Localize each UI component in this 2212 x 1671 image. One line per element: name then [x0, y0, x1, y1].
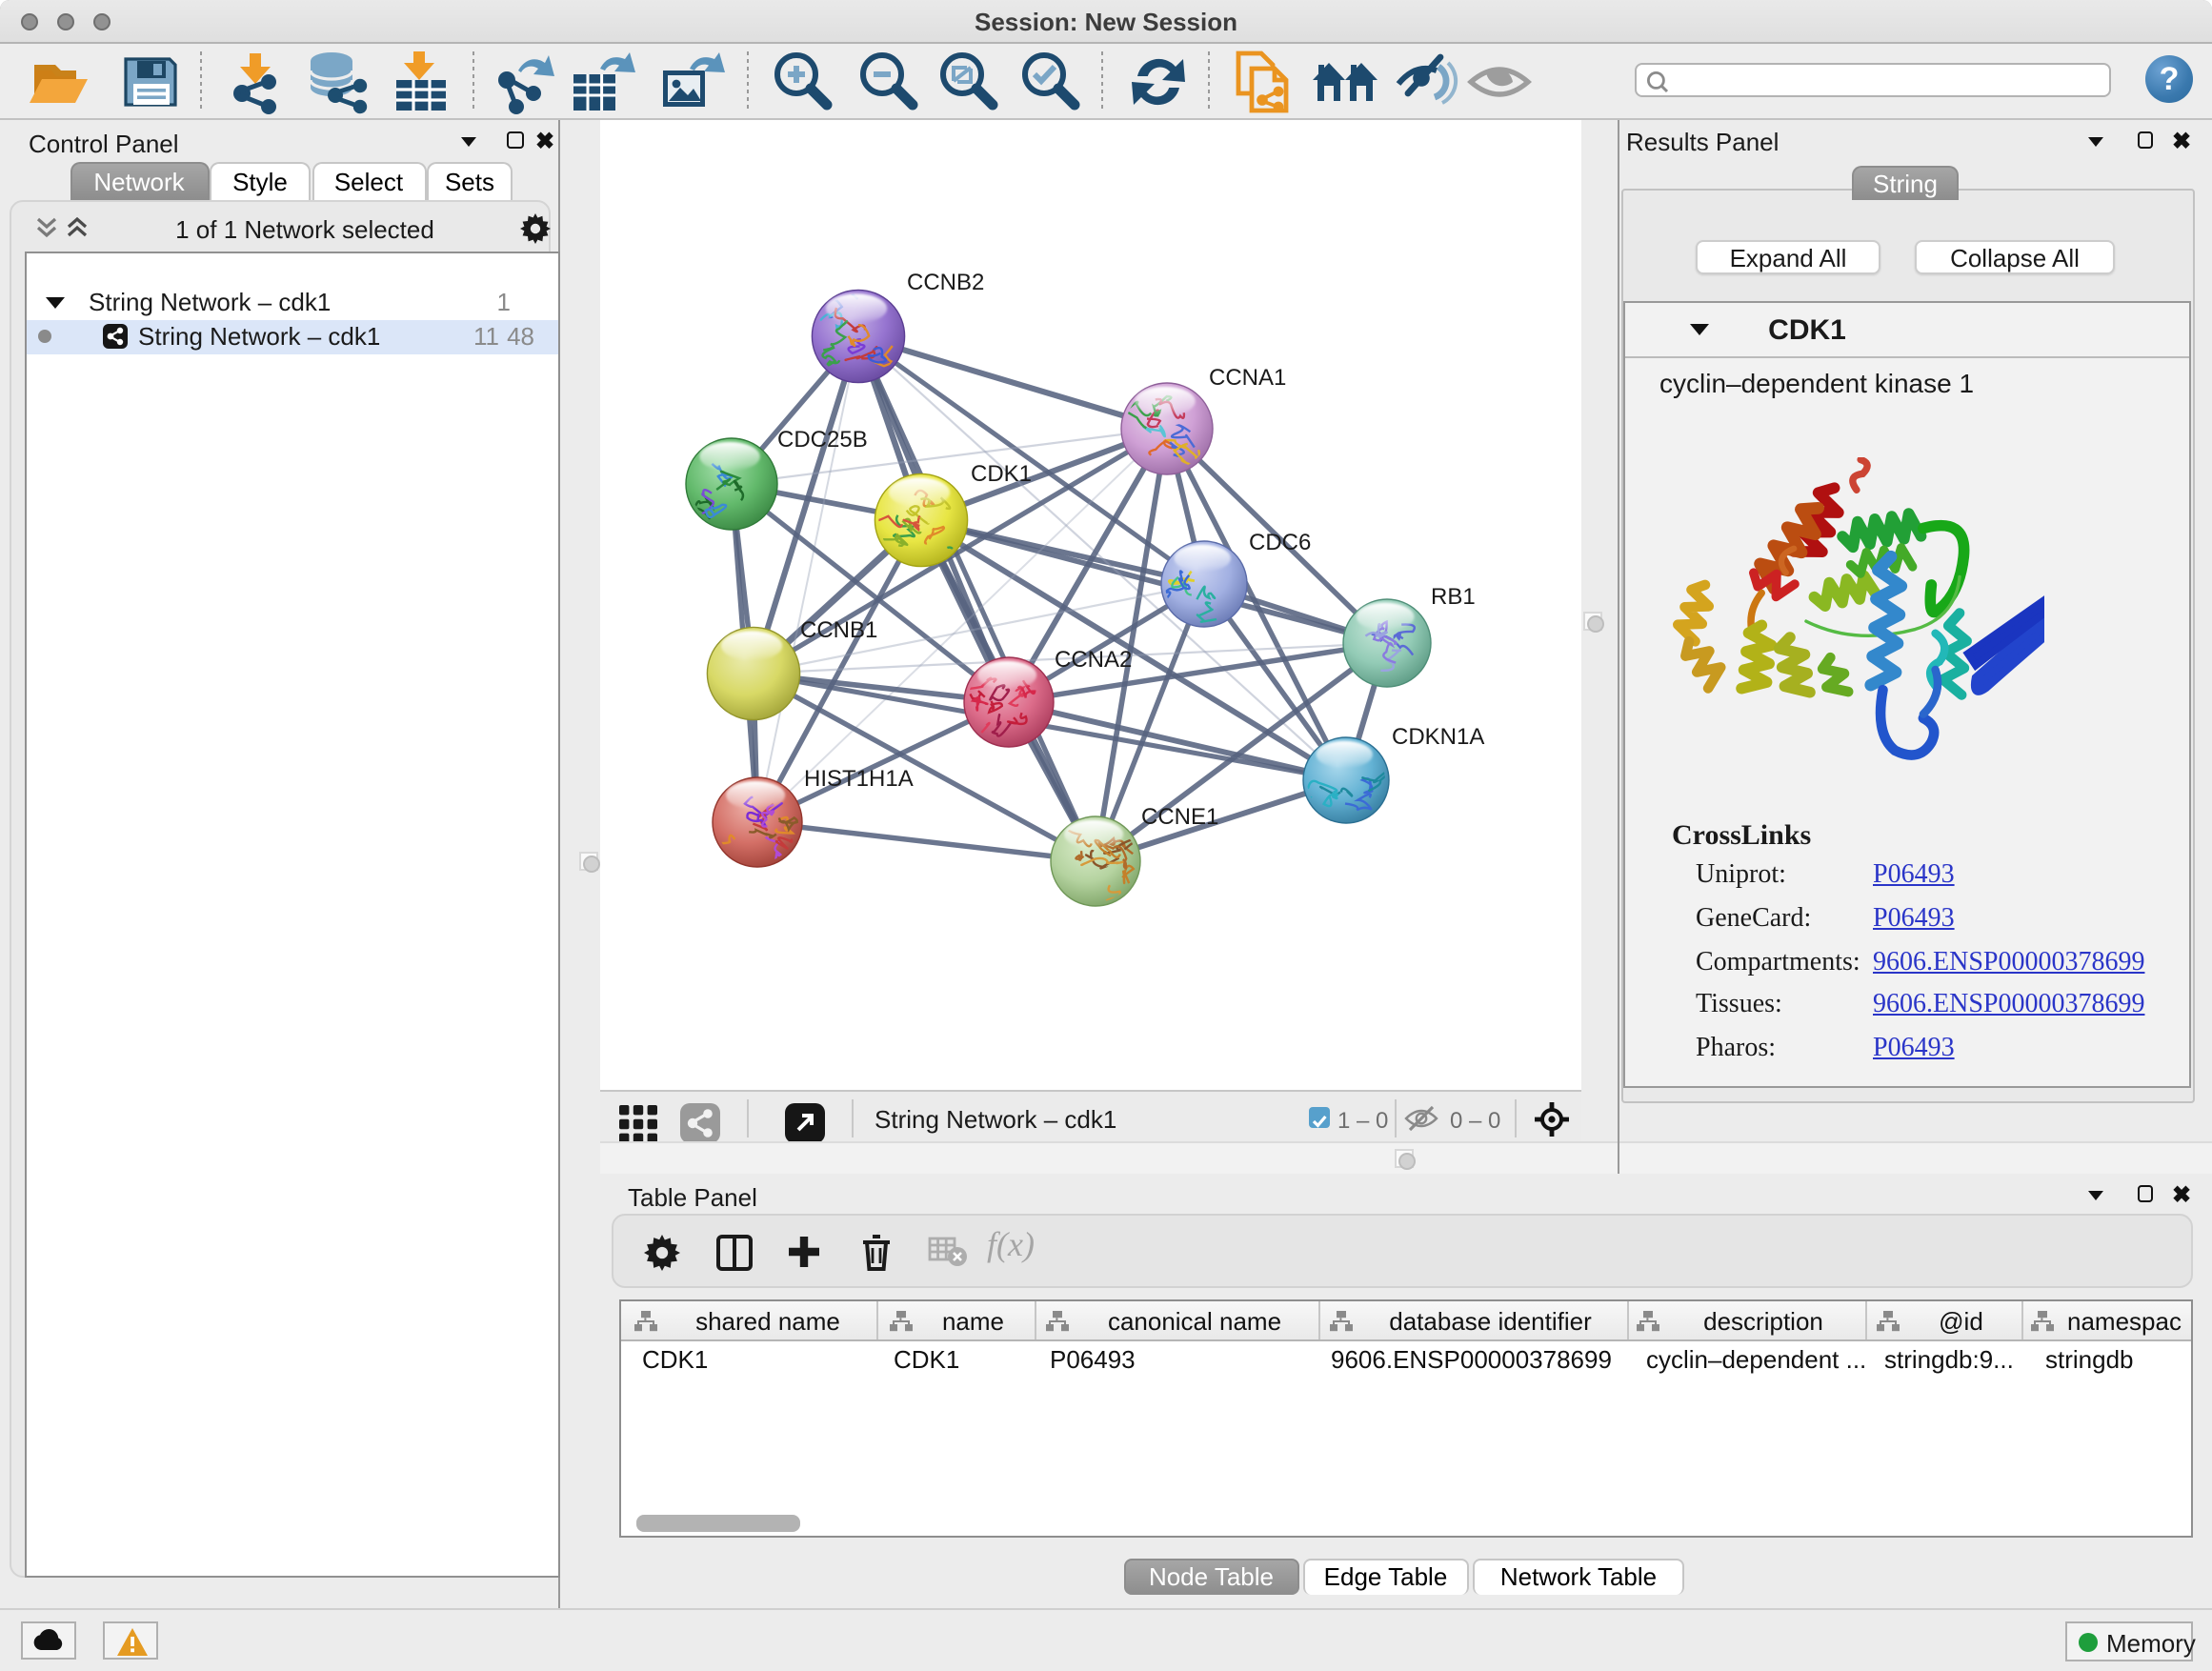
svg-text:CDK1: CDK1 — [971, 461, 1032, 487]
svg-text:CCNE1: CCNE1 — [1141, 804, 1218, 830]
svg-text:CDC25B: CDC25B — [777, 427, 868, 453]
svg-text:CCNA2: CCNA2 — [1055, 647, 1132, 673]
svg-text:CCNB2: CCNB2 — [907, 270, 984, 295]
svg-text:CDC6: CDC6 — [1249, 530, 1311, 555]
svg-text:CDKN1A: CDKN1A — [1392, 724, 1484, 750]
svg-text:RB1: RB1 — [1431, 584, 1476, 610]
svg-text:HIST1H1A: HIST1H1A — [804, 766, 914, 792]
svg-text:CCNB1: CCNB1 — [800, 617, 877, 643]
svg-text:CCNA1: CCNA1 — [1209, 365, 1286, 391]
